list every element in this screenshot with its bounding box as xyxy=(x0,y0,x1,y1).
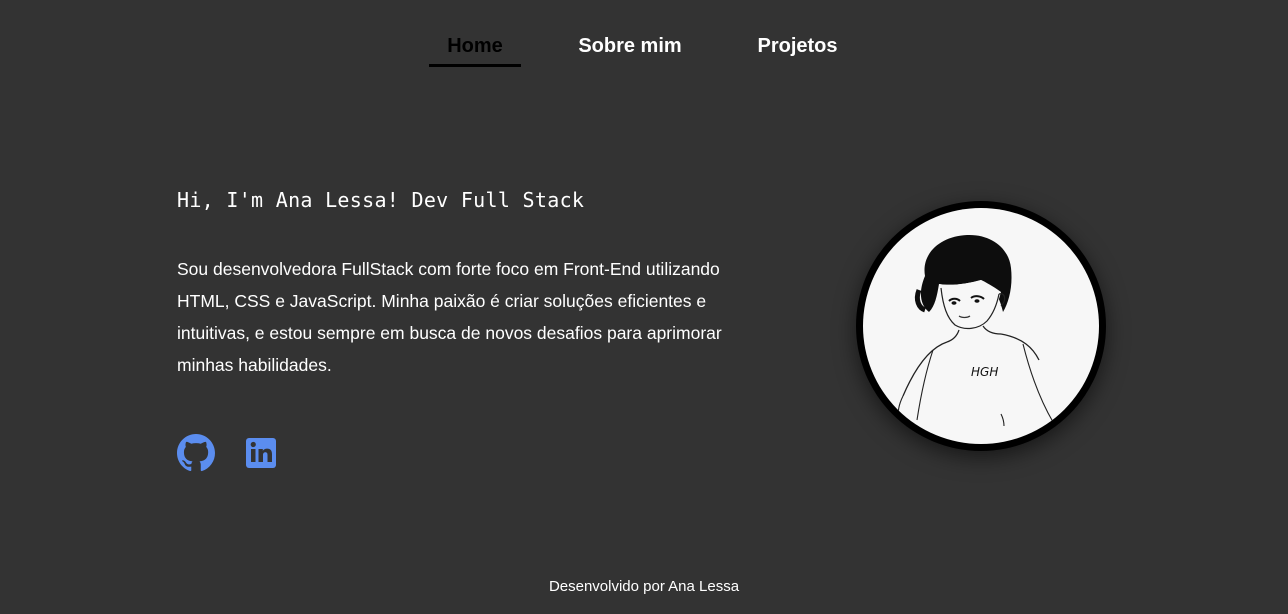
github-link[interactable] xyxy=(177,434,215,472)
profile-avatar: HGH xyxy=(856,201,1106,451)
linkedin-link[interactable] xyxy=(242,434,280,472)
nav-about-link[interactable]: Sobre mim xyxy=(565,28,695,64)
github-icon xyxy=(177,434,215,472)
avatar-shirt-text: HGH xyxy=(971,365,998,379)
hero-bio: Sou desenvolvedora FullStack com forte f… xyxy=(177,259,722,375)
nav-projects-link[interactable]: Projetos xyxy=(745,28,850,64)
hero-greeting: Hi, I'm Ana Lessa! Dev Full Stack xyxy=(177,188,585,212)
avatar-drawing: HGH xyxy=(897,234,1086,427)
nav-home-link[interactable]: Home xyxy=(429,28,521,67)
footer-credit: Desenvolvido por Ana Lessa xyxy=(548,578,740,595)
linkedin-icon xyxy=(246,438,276,468)
main-nav: Home Sobre mim Projetos xyxy=(0,28,1288,68)
avatar-illustration: HGH xyxy=(863,208,1099,444)
